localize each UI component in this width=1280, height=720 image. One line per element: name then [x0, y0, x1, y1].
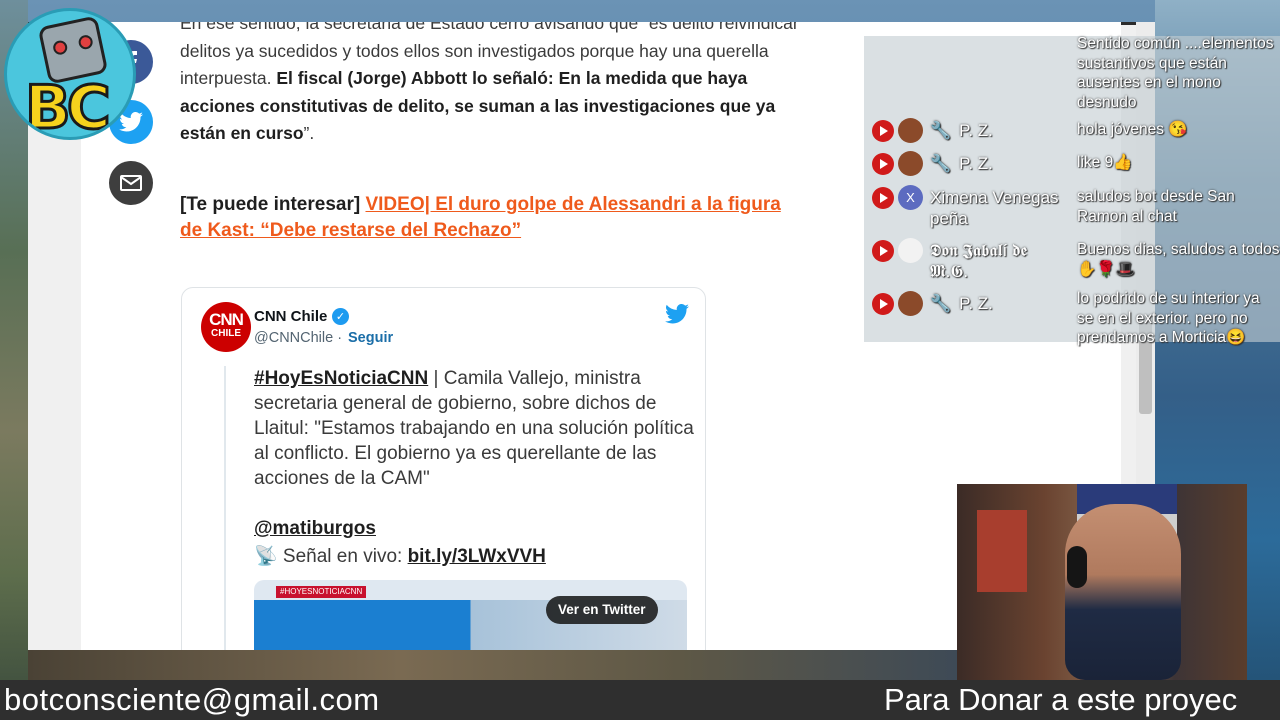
contact-email: botconsciente@gmail.com: [4, 682, 380, 717]
twitter-icon: [119, 112, 143, 132]
view-on-twitter-button[interactable]: Ver en Twitter: [546, 596, 658, 624]
chat-username-text: P. Z.: [959, 121, 993, 140]
donate-ticker: Para Donar a este proyec: [884, 682, 1238, 717]
wrench-icon: 🔧: [930, 154, 952, 173]
chat-message-text: hola jóvenes 😘: [1077, 121, 1188, 138]
chat-username: 🔧 P. Z.: [930, 153, 1070, 174]
chat-message-text: lo podrido de su interior ya se en el ex…: [1077, 290, 1260, 346]
avatar: [898, 118, 923, 143]
article-paragraph: En ese sentido, la secretaria de Estado …: [180, 22, 820, 148]
verified-badge-icon: ✓: [332, 308, 349, 325]
channel-logo: BC: [4, 8, 136, 140]
related-link-block: [Te puede interesar] VIDEO| El duro golp…: [180, 192, 800, 244]
embedded-tweet: CNN CHILE CNN Chile ✓ @CNNChile · Seguir…: [181, 287, 706, 650]
youtube-icon: [872, 153, 894, 175]
chat-username: Ximena Venegas peña: [930, 188, 1059, 228]
youtube-icon: [872, 293, 894, 315]
wrench-icon: 🔧: [930, 294, 952, 313]
video-hashtag-tag: #HOYESNOTICIACNN: [276, 586, 367, 598]
webcam-feed: [957, 484, 1247, 680]
mail-share-button[interactable]: [109, 161, 153, 205]
chat-message-text: like 9👍: [1077, 154, 1133, 171]
robot-eye-left: [51, 39, 69, 56]
tweet-author-name[interactable]: CNN Chile: [254, 308, 327, 325]
tweet-signal-line: 📡 Señal en vivo: bit.ly/3LWxVVH: [254, 544, 546, 568]
chat-username-text: P. Z.: [959, 294, 993, 313]
logo-text: BC: [24, 72, 113, 140]
cnn-chile-avatar[interactable]: CNN CHILE: [201, 302, 251, 352]
tweet-thread-line: [224, 366, 226, 650]
wrench-icon: 🔧: [930, 121, 952, 140]
tweet-short-link[interactable]: bit.ly/3LWxVVH: [408, 546, 546, 567]
chat-username-text: P. Z.: [959, 154, 993, 173]
chat-username: 𝕯𝖔𝖓 𝕵𝖆𝖇𝖆𝖑í 𝖉𝖊 𝕸.𝕲.: [930, 241, 1028, 281]
chat-message-text: saludos bot desde San Ramon al chat: [1077, 188, 1235, 225]
avatar: [898, 238, 923, 263]
follow-link[interactable]: Seguir: [348, 330, 393, 346]
cnn-logo-text: CNN: [209, 310, 244, 329]
youtube-icon: [872, 240, 894, 262]
tweet-mention-link[interactable]: @matiburgos: [254, 518, 376, 540]
paragraph-end: ”.: [303, 123, 315, 143]
robot-eye-right: [77, 33, 94, 51]
mail-icon: [120, 175, 142, 191]
webcam-streamer: [1065, 504, 1181, 680]
twitter-bird-icon[interactable]: [665, 304, 689, 324]
signal-prefix: 📡 Señal en vivo:: [254, 546, 408, 567]
tweet-author-handle: @CNNChile ·: [254, 330, 343, 346]
webcam-poster: [977, 510, 1027, 592]
related-prefix: [Te puede interesar]: [180, 194, 366, 215]
youtube-icon: [872, 120, 894, 142]
avatar: [898, 151, 923, 176]
tweet-hashtag-link[interactable]: #HoyEsNoticiaCNN: [254, 368, 428, 389]
microphone-icon: [1067, 546, 1087, 588]
tweet-video-thumbnail[interactable]: #HOYESNOTICIACNN Ver en Twitter: [254, 580, 687, 650]
cnn-logo-subtext: CHILE: [211, 328, 241, 339]
chat-message-text: Buenos dias, saludos a todos ✋🌹🎩: [1077, 241, 1280, 278]
background-landscape-strip: [28, 650, 958, 680]
chat-message-text: Sentido común ....elementos sustantivos …: [1077, 35, 1274, 111]
avatar: [898, 291, 923, 316]
live-chat-overlay: Sentido común ....elementos sustantivos …: [864, 35, 1280, 346]
chat-username: 🔧 P. Z.: [930, 293, 1070, 314]
youtube-icon: [872, 187, 894, 209]
avatar: X: [898, 185, 923, 210]
chat-username: 🔧 P. Z.: [930, 120, 1070, 141]
tweet-text: #HoyEsNoticiaCNN | Camila Vallejo, minis…: [254, 366, 694, 491]
